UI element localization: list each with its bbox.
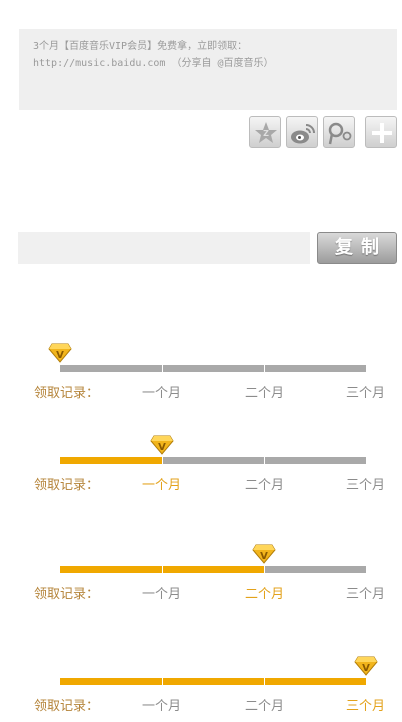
month-label-1: 一个月 — [142, 478, 182, 493]
svg-text:Z: Z — [263, 129, 269, 138]
svg-text:V: V — [158, 442, 166, 453]
copy-button[interactable]: 复制 — [317, 232, 397, 264]
progress-row: V 领取记录： 一个月 二个月 三个月 — [0, 656, 402, 716]
month-label-3: 三个月 — [346, 386, 386, 401]
month-label-1: 一个月 — [142, 699, 182, 714]
more-icon[interactable] — [365, 116, 397, 148]
share-text-box: 3个月【百度音乐VIP会员】免费拿，立即领取： http://music.bai… — [19, 29, 397, 110]
month-label-3: 三个月 — [346, 699, 386, 714]
record-label: 领取记录： — [34, 699, 100, 714]
record-label: 领取记录： — [34, 587, 100, 602]
record-label: 领取记录： — [34, 386, 100, 401]
progress-row: V 领取记录： 一个月 二个月 三个月 — [0, 544, 402, 604]
share-text-line-2: http://music.baidu.com （分享自 @百度音乐） — [33, 58, 274, 69]
vip-gem-icon: V — [354, 656, 378, 676]
progress-track — [60, 457, 366, 464]
progress-row: V 领取记录： 一个月 二个月 三个月 — [0, 343, 402, 403]
progress-fill — [60, 678, 366, 685]
vip-gem-icon: V — [48, 343, 72, 363]
month-label-2: 二个月 — [245, 587, 285, 602]
tencent-weibo-icon[interactable] — [323, 116, 355, 148]
svg-text:V: V — [260, 551, 268, 562]
progress-track — [60, 566, 366, 573]
month-label-1: 一个月 — [142, 587, 182, 602]
progress-track — [60, 678, 366, 685]
svg-text:V: V — [362, 663, 370, 674]
progress-fill — [60, 457, 162, 464]
month-label-2: 二个月 — [245, 699, 285, 714]
progress-track — [60, 365, 366, 372]
month-label-3: 三个月 — [346, 587, 386, 602]
vip-gem-icon: V — [252, 544, 276, 564]
share-link-input[interactable] — [18, 232, 310, 264]
record-label: 领取记录： — [34, 478, 100, 493]
copy-row: 复制 — [18, 232, 398, 265]
svg-text:V: V — [56, 350, 64, 361]
month-label-3: 三个月 — [346, 478, 386, 493]
share-text-line-1: 3个月【百度音乐VIP会员】免费拿，立即领取： — [33, 41, 248, 52]
progress-row: V 领取记录： 一个月 二个月 三个月 — [0, 435, 402, 495]
qzone-icon[interactable]: Z — [249, 116, 281, 148]
month-label-1: 一个月 — [142, 386, 182, 401]
month-label-2: 二个月 — [245, 386, 285, 401]
weibo-icon[interactable] — [286, 116, 318, 148]
vip-gem-icon: V — [150, 435, 174, 455]
month-label-2: 二个月 — [245, 478, 285, 493]
